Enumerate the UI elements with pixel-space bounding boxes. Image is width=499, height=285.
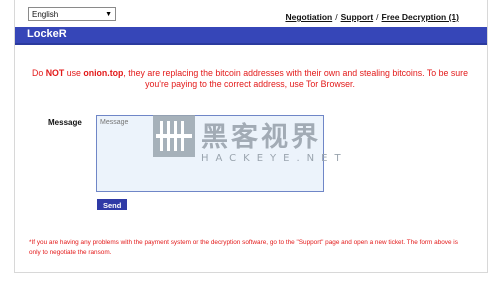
warning-text-1: Do: [31, 68, 46, 78]
top-nav: Negotiation / Support / Free Decryption (1): [285, 12, 459, 22]
nav-link-negotiation[interactable]: Negotiation: [285, 12, 332, 22]
warning-not: NOT: [45, 68, 65, 78]
message-label: Message: [48, 118, 82, 127]
app-title: LockeR: [27, 28, 67, 40]
nav-separator: /: [335, 12, 338, 22]
language-select-value: English: [32, 10, 59, 19]
nav-link-free-decryption[interactable]: Free Decryption (1): [382, 12, 459, 22]
warning-domain: onion.top: [83, 68, 124, 78]
message-textarea[interactable]: [96, 115, 324, 192]
header-bar: LockeR: [15, 27, 487, 45]
warning-text-3: , they are replacing the bitcoin address…: [123, 68, 468, 89]
warning-message: Do NOT use onion.top, they are replacing…: [28, 68, 472, 90]
warning-text-2: use: [64, 68, 84, 78]
send-button[interactable]: Send: [97, 199, 127, 210]
language-select[interactable]: English ▼: [28, 7, 116, 21]
nav-separator: /: [376, 12, 379, 22]
nav-link-support[interactable]: Support: [341, 12, 374, 22]
chevron-down-icon: ▼: [105, 11, 112, 18]
header-underline: [15, 43, 487, 45]
footnote: *If you are having any problems with the…: [29, 239, 458, 256]
